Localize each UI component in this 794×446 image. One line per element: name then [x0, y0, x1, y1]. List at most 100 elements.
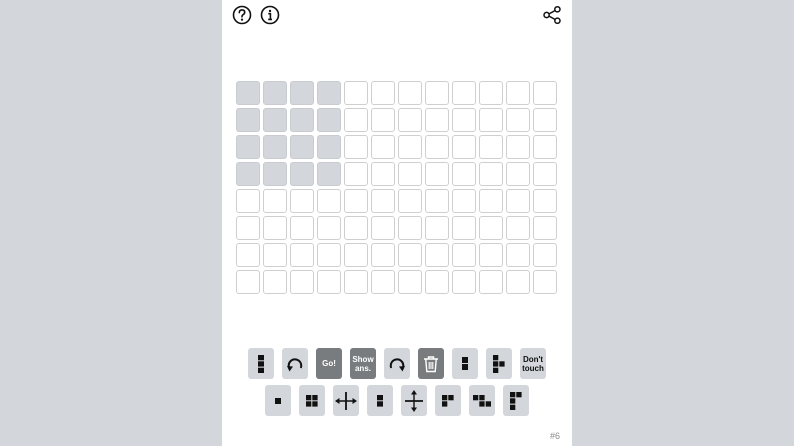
grid-cell[interactable]	[317, 162, 341, 186]
grid-cell[interactable]	[479, 216, 503, 240]
grid-cell[interactable]	[290, 108, 314, 132]
grid-cell[interactable]	[533, 189, 557, 213]
grid-cell[interactable]	[425, 189, 449, 213]
grid-cell[interactable]	[506, 135, 530, 159]
grid-cell[interactable]	[398, 162, 422, 186]
grid-cell[interactable]	[533, 270, 557, 294]
piece-corner-button[interactable]	[435, 385, 461, 416]
grid-cell[interactable]	[398, 108, 422, 132]
piece-t-button[interactable]	[486, 348, 512, 379]
info-icon[interactable]	[260, 5, 280, 25]
grid-cell[interactable]	[533, 135, 557, 159]
grid-cell[interactable]	[344, 162, 368, 186]
grid-cell[interactable]	[344, 135, 368, 159]
grid-cell[interactable]	[479, 270, 503, 294]
grid-cell[interactable]	[533, 216, 557, 240]
grid-cell[interactable]	[236, 108, 260, 132]
grid-cell[interactable]	[452, 189, 476, 213]
grid-cell[interactable]	[236, 270, 260, 294]
piece-vertical-3-button[interactable]	[248, 348, 274, 379]
piece-vertical-2-button[interactable]	[452, 348, 478, 379]
grid-cell[interactable]	[371, 108, 395, 132]
grid-cell[interactable]	[263, 108, 287, 132]
grid-cell[interactable]	[506, 243, 530, 267]
share-icon[interactable]	[542, 5, 562, 25]
grid-cell[interactable]	[479, 81, 503, 105]
grid-cell[interactable]	[371, 189, 395, 213]
grid-cell[interactable]	[398, 135, 422, 159]
grid-cell[interactable]	[506, 270, 530, 294]
grid-cell[interactable]	[425, 162, 449, 186]
grid-cell[interactable]	[263, 243, 287, 267]
grid-cell[interactable]	[425, 270, 449, 294]
grid-cell[interactable]	[452, 162, 476, 186]
grid-cell[interactable]	[533, 108, 557, 132]
grid-cell[interactable]	[344, 270, 368, 294]
grid-cell[interactable]	[344, 108, 368, 132]
grid-cell[interactable]	[344, 216, 368, 240]
grid-cell[interactable]	[371, 270, 395, 294]
grid-cell[interactable]	[263, 135, 287, 159]
grid-cell[interactable]	[479, 135, 503, 159]
grid-cell[interactable]	[317, 270, 341, 294]
grid-cell[interactable]	[425, 216, 449, 240]
grid-cell[interactable]	[317, 216, 341, 240]
grid-cell[interactable]	[344, 189, 368, 213]
grid-cell[interactable]	[452, 216, 476, 240]
grid-cell[interactable]	[236, 162, 260, 186]
grid-cell[interactable]	[506, 162, 530, 186]
grid-cell[interactable]	[317, 108, 341, 132]
grid-cell[interactable]	[506, 216, 530, 240]
go-button[interactable]: Go!	[316, 348, 342, 379]
grid-cell[interactable]	[452, 270, 476, 294]
piece-z-button[interactable]	[469, 385, 495, 416]
grid-cell[interactable]	[263, 270, 287, 294]
grid-cell[interactable]	[344, 81, 368, 105]
grid-cell[interactable]	[317, 189, 341, 213]
grid-cell[interactable]	[533, 243, 557, 267]
grid-cell[interactable]	[236, 216, 260, 240]
grid-cell[interactable]	[290, 270, 314, 294]
grid-cell[interactable]	[398, 243, 422, 267]
grid-cell[interactable]	[236, 189, 260, 213]
grid-cell[interactable]	[398, 270, 422, 294]
show-answer-button[interactable]: Show ans.	[350, 348, 376, 379]
grid-cell[interactable]	[317, 81, 341, 105]
grid-cell[interactable]	[452, 81, 476, 105]
grid-cell[interactable]	[506, 108, 530, 132]
grid-cell[interactable]	[344, 243, 368, 267]
grid-cell[interactable]	[371, 135, 395, 159]
trash-button[interactable]	[418, 348, 444, 379]
grid-cell[interactable]	[263, 189, 287, 213]
grid-cell[interactable]	[371, 81, 395, 105]
grid-cell[interactable]	[425, 108, 449, 132]
grid-cell[interactable]	[236, 243, 260, 267]
grid-cell[interactable]	[317, 135, 341, 159]
grid-cell[interactable]	[371, 216, 395, 240]
grid-cell[interactable]	[290, 216, 314, 240]
grid-cell[interactable]	[479, 243, 503, 267]
grid-cell[interactable]	[452, 243, 476, 267]
grid-cell[interactable]	[398, 189, 422, 213]
grid-cell[interactable]	[506, 81, 530, 105]
flip-horizontal-button[interactable]	[333, 385, 359, 416]
grid-cell[interactable]	[452, 108, 476, 132]
grid-cell[interactable]	[398, 216, 422, 240]
piece-vertical-2b-button[interactable]	[367, 385, 393, 416]
help-icon[interactable]	[232, 5, 252, 25]
piece-square-button[interactable]	[299, 385, 325, 416]
grid-cell[interactable]	[290, 189, 314, 213]
grid-cell[interactable]	[290, 243, 314, 267]
grid-cell[interactable]	[290, 135, 314, 159]
grid-cell[interactable]	[236, 135, 260, 159]
flip-vertical-button[interactable]	[401, 385, 427, 416]
redo-button[interactable]	[384, 348, 410, 379]
grid-cell[interactable]	[533, 162, 557, 186]
grid-cell[interactable]	[452, 135, 476, 159]
grid-cell[interactable]	[425, 243, 449, 267]
grid-cell[interactable]	[425, 81, 449, 105]
piece-l-button[interactable]	[503, 385, 529, 416]
grid-cell[interactable]	[479, 189, 503, 213]
piece-single-button[interactable]	[265, 385, 291, 416]
grid-cell[interactable]	[263, 162, 287, 186]
